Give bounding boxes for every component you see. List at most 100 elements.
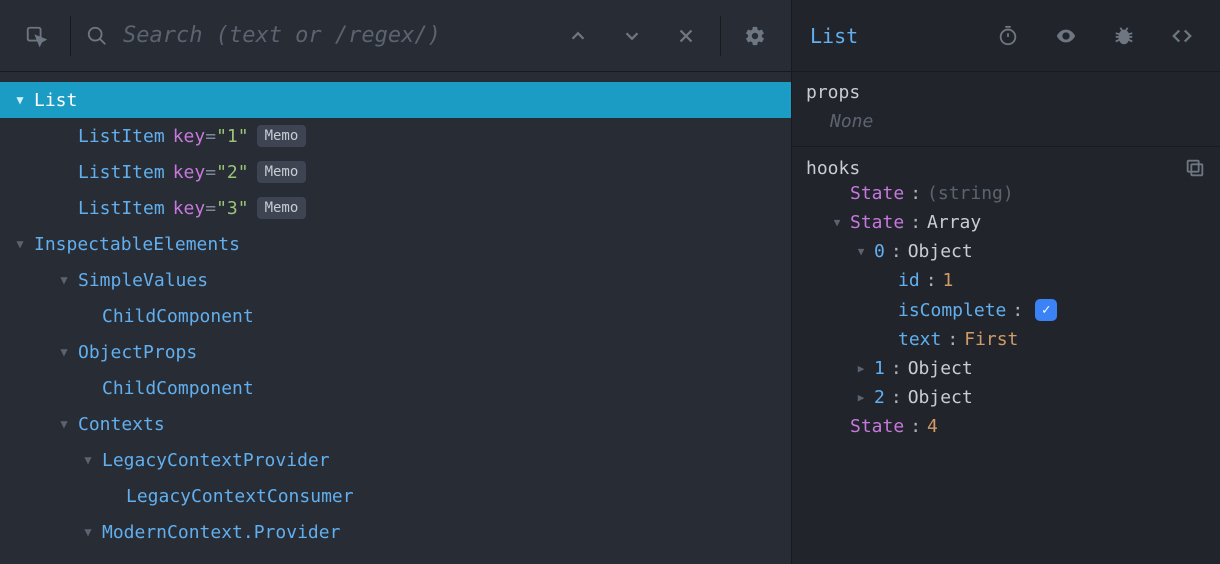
chevron-down-icon[interactable]: ▼ (56, 417, 72, 431)
hook-line[interactable]: ▼State: Array (806, 208, 1206, 237)
tree-row-ModernContext-Provider[interactable]: ▼ ModernContext.Provider (0, 514, 791, 550)
colon: : (910, 416, 921, 437)
copy-icon[interactable] (1184, 157, 1206, 179)
component-name: InspectableElements (34, 234, 240, 255)
hooks-body: State: (string)▼State: Array▼0: Objectid… (806, 179, 1206, 441)
component-name: ChildComponent (102, 378, 254, 399)
component-name: LegacyContextConsumer (126, 486, 354, 507)
component-name: ObjectProps (78, 342, 197, 363)
chevron-down-icon[interactable]: ▼ (830, 216, 844, 229)
search-prev-button[interactable] (558, 16, 598, 56)
chevron-down-icon[interactable]: ▼ (80, 453, 96, 467)
colon: : (891, 241, 902, 262)
colon: : (910, 212, 921, 233)
component-name: List (34, 90, 77, 111)
tree-row-ListItem[interactable]: ListItem key="2" Memo (0, 154, 791, 190)
tree-row-ListItem[interactable]: ListItem key="3"Memo (0, 190, 791, 226)
hook-key: 0 (874, 241, 885, 262)
chevron-right-icon[interactable]: ▶ (854, 362, 868, 375)
hook-value: Object (908, 241, 973, 262)
toolbar (0, 0, 791, 72)
tree-row-List[interactable]: ▼ List (0, 82, 791, 118)
search-input[interactable] (123, 23, 544, 48)
component-name: ListItem (78, 198, 165, 219)
settings-button[interactable] (735, 16, 775, 56)
chevron-down-icon[interactable]: ▼ (80, 525, 96, 539)
hook-line[interactable]: ▼ 0: Object (806, 237, 1206, 266)
suspend-icon[interactable] (988, 16, 1028, 56)
key-attr: key="1" (173, 126, 249, 147)
tree-row-ChildComponent[interactable]: ChildComponent (0, 370, 791, 406)
hook-value: Object (908, 358, 973, 379)
hook-line[interactable]: ▶1: Object (806, 354, 1206, 383)
key-attr: key="2" (173, 162, 249, 183)
colon: : (1012, 300, 1023, 321)
props-none: None (806, 103, 1206, 132)
hook-key: id (898, 270, 920, 291)
hook-value: (string) (927, 183, 1014, 204)
hook-line: id: 1 (806, 266, 1206, 295)
memo-badge: Memo (257, 197, 307, 219)
hook-line: State: (string) (806, 179, 1206, 208)
colon: : (891, 387, 902, 408)
component-name: Contexts (78, 414, 165, 435)
hook-key: State (850, 183, 904, 204)
colon: : (910, 183, 921, 204)
hook-value: First (964, 329, 1018, 350)
search-next-button[interactable] (612, 16, 652, 56)
hook-key: State (850, 416, 904, 437)
chevron-down-icon[interactable]: ▼ (56, 345, 72, 359)
detail-header: List (792, 0, 1220, 72)
chevron-down-icon[interactable]: ▼ (12, 237, 28, 251)
hook-line: State: 4 (806, 412, 1206, 441)
memo-badge: Memo (257, 161, 307, 183)
props-label: props (806, 82, 1206, 103)
search-clear-button[interactable] (666, 16, 706, 56)
detail-actions (988, 16, 1202, 56)
search-wrap (85, 16, 544, 56)
debug-icon[interactable] (1104, 16, 1144, 56)
tree-row-ChildComponent[interactable]: ChildComponent (0, 298, 791, 334)
tree-row-ListItem[interactable]: ListItem key="1" Memo (0, 118, 791, 154)
tree-row-Contexts[interactable]: ▼ Contexts (0, 406, 791, 442)
checkbox-true[interactable]: ✓ (1035, 299, 1057, 321)
hook-key: 2 (874, 387, 885, 408)
chevron-down-icon[interactable]: ▼ (854, 245, 868, 258)
divider (70, 16, 71, 56)
memo-badge: Memo (257, 125, 307, 147)
colon: : (891, 358, 902, 379)
components-panel: ▼ListListItem key="1"MemoListItem key="2… (0, 0, 792, 564)
component-name: ModernContext.Provider (102, 522, 340, 543)
component-name: ListItem (78, 126, 165, 147)
component-name: ChildComponent (102, 306, 254, 327)
hook-value: Object (908, 387, 973, 408)
hook-value: 1 (943, 270, 954, 291)
tree-row-ObjectProps[interactable]: ▼ ObjectProps (0, 334, 791, 370)
divider (720, 16, 721, 56)
tree-row-SimpleValues[interactable]: ▼ SimpleValues (0, 262, 791, 298)
tree-row-LegacyContextProvider[interactable]: ▼ LegacyContextProvider (0, 442, 791, 478)
chevron-down-icon[interactable]: ▼ (12, 93, 28, 107)
inspect-dom-icon[interactable] (1046, 16, 1086, 56)
hook-line: isComplete: ✓ (806, 295, 1206, 325)
colon: : (947, 329, 958, 350)
chevron-right-icon[interactable]: ▶ (854, 391, 868, 404)
colon: : (926, 270, 937, 291)
hook-value: Array (927, 212, 981, 233)
hook-line[interactable]: ▶ 2: Object (806, 383, 1206, 412)
component-name: ListItem (78, 162, 165, 183)
selected-component-name: List (810, 24, 858, 48)
hook-value: 4 (927, 416, 938, 437)
detail-panel: List props None hooks State: (string)▼St… (792, 0, 1220, 564)
component-name: SimpleValues (78, 270, 208, 291)
view-source-icon[interactable] (1162, 16, 1202, 56)
inspect-element-button[interactable] (16, 16, 56, 56)
hook-key: isComplete (898, 300, 1006, 321)
hook-key: text (898, 329, 941, 350)
tree-row-LegacyContextConsumer[interactable]: LegacyContextConsumer (0, 478, 791, 514)
component-tree[interactable]: ▼ListListItem key="1"MemoListItem key="2… (0, 72, 791, 564)
tree-row-InspectableElements[interactable]: ▼ InspectableElements (0, 226, 791, 262)
component-name: LegacyContextProvider (102, 450, 330, 471)
chevron-down-icon[interactable]: ▼ (56, 273, 72, 287)
search-icon (85, 16, 109, 56)
